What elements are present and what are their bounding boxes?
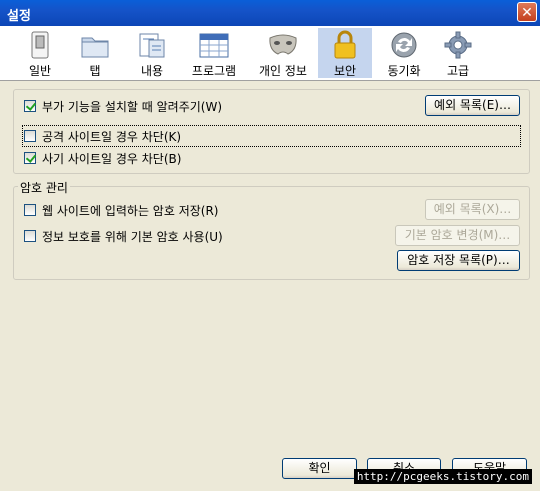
remember-passwords-option[interactable]: 웹 사이트에 입력하는 암호 저장(R): [24, 201, 218, 219]
block-forgery-sites-label: 사기 사이트일 경우 차단(B): [42, 151, 182, 166]
block-attack-sites-option[interactable]: 공격 사이트일 경우 차단(K): [22, 125, 521, 147]
document-content-icon: [139, 33, 165, 58]
password-group-legend: 암호 관리: [18, 179, 70, 196]
tab-privacy[interactable]: 개인 정보: [251, 28, 315, 78]
warn-addons-label: 부가 기능을 설치할 때 알려주기(W): [42, 99, 223, 114]
tab-applications-label: 프로그램: [191, 64, 237, 78]
tab-tabs[interactable]: 탭: [66, 28, 124, 78]
change-master-password-button[interactable]: 기본 암호 변경(M)…: [395, 225, 520, 246]
switch-icon: [31, 31, 49, 59]
use-master-password-option[interactable]: 정보 보호를 위해 기본 암호 사용(U): [24, 227, 223, 245]
block-forgery-sites-option[interactable]: 사기 사이트일 경우 차단(B): [24, 149, 181, 167]
security-panel: 부가 기능을 설치할 때 알려주기(W) 예외 목록(E)… 공격 사이트일 경…: [0, 81, 540, 491]
addons-exceptions-button[interactable]: 예외 목록(E)…: [425, 95, 520, 116]
sync-icon: [391, 32, 417, 58]
tab-privacy-label: 개인 정보: [259, 64, 307, 78]
warn-addons-checkbox[interactable]: [24, 100, 36, 112]
tab-content[interactable]: 내용: [123, 28, 181, 78]
folder-tabs-icon: [81, 37, 109, 58]
block-forgery-sites-checkbox[interactable]: [24, 152, 36, 164]
tab-content-label: 내용: [140, 64, 164, 78]
tab-advanced-label: 고급: [446, 64, 470, 78]
remember-passwords-checkbox[interactable]: [24, 204, 36, 216]
mask-icon: [269, 34, 297, 55]
password-exceptions-button[interactable]: 예외 목록(X)…: [425, 199, 520, 220]
tab-tabs-label: 탭: [89, 64, 101, 78]
tab-applications[interactable]: 프로그램: [185, 28, 243, 78]
tab-general-label: 일반: [28, 64, 52, 78]
use-master-password-label: 정보 보호를 위해 기본 암호 사용(U): [42, 229, 223, 244]
block-attack-sites-label: 공격 사이트일 경우 차단(K): [42, 129, 182, 144]
remember-passwords-label: 웹 사이트에 입력하는 암호 저장(R): [42, 203, 219, 218]
tab-sync-label: 동기화: [387, 64, 421, 78]
close-button[interactable]: ✕: [517, 2, 537, 22]
title-bar: 설정 ✕: [0, 0, 540, 26]
tab-advanced[interactable]: 고급: [429, 28, 487, 78]
tab-security[interactable]: 보안: [318, 28, 372, 78]
watermark: http://pcgeeks.tistory.com: [353, 469, 532, 484]
tab-general[interactable]: 일반: [11, 28, 69, 78]
gear-icon: [444, 31, 472, 59]
block-attack-sites-checkbox[interactable]: [24, 130, 36, 142]
ok-button[interactable]: 확인: [282, 458, 357, 479]
warn-addons-option[interactable]: 부가 기능을 설치할 때 알려주기(W): [24, 97, 222, 115]
saved-passwords-button[interactable]: 암호 저장 목록(P)…: [397, 250, 520, 271]
preferences-toolbar: 일반 탭 내용 프로그램 개인 정보 보안 동기화 고급: [0, 26, 540, 81]
tab-sync[interactable]: 동기화: [375, 28, 433, 78]
tab-security-label: 보안: [333, 64, 357, 78]
window-title: 설정: [7, 9, 31, 24]
use-master-password-checkbox[interactable]: [24, 230, 36, 242]
padlock-icon: [334, 30, 356, 59]
calendar-applications-icon: [199, 33, 229, 58]
